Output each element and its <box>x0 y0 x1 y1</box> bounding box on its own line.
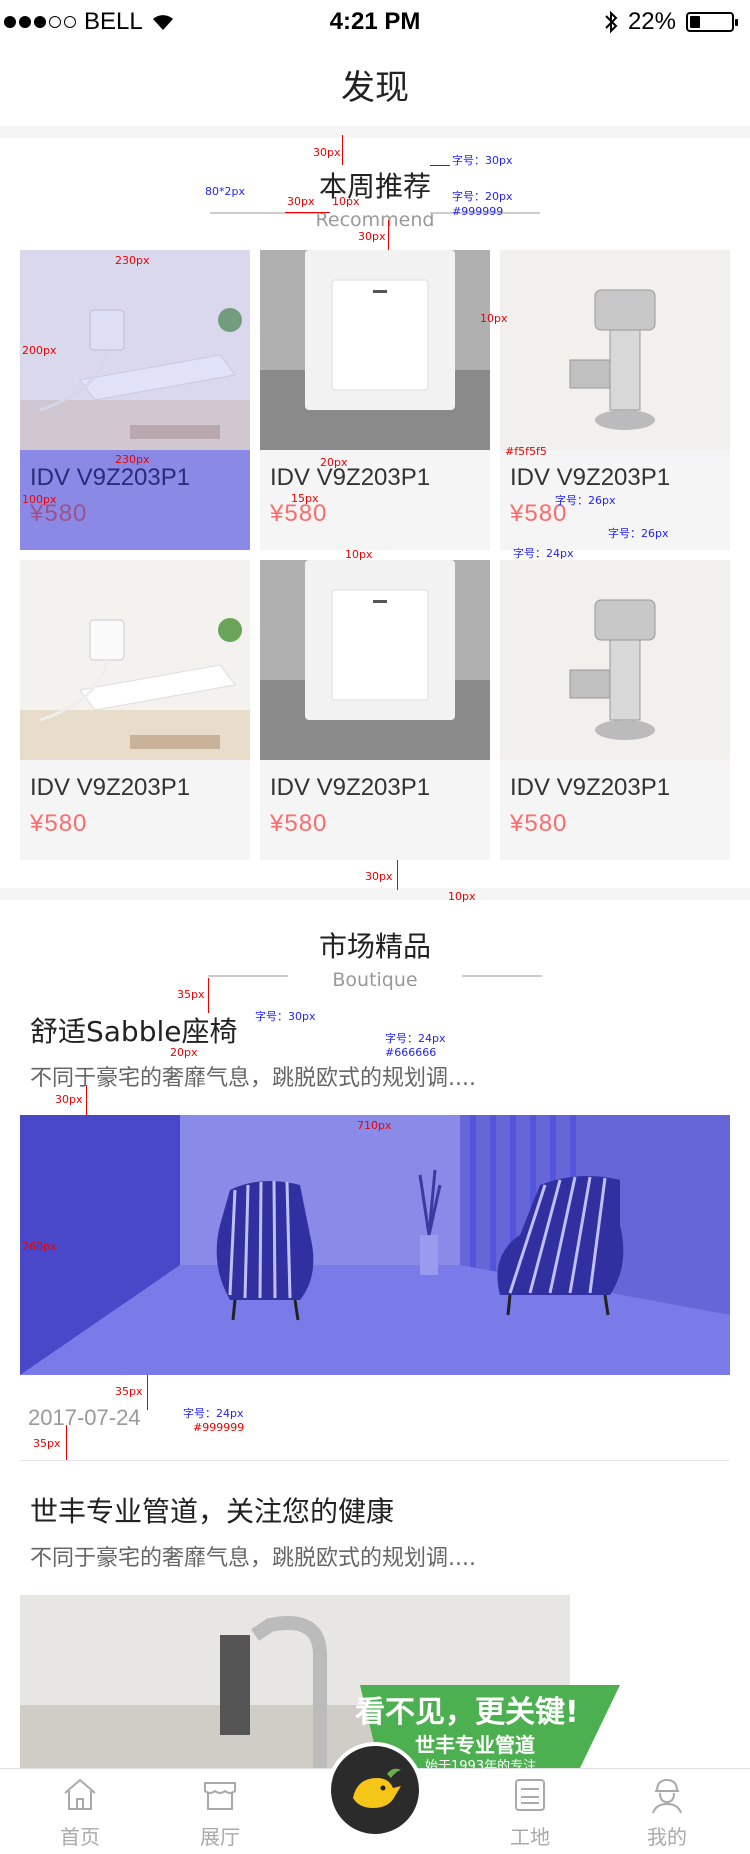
spec-label: 30px <box>287 195 315 208</box>
spec-label: 15px <box>291 492 319 505</box>
banner-subline: 世丰专业管道 <box>415 1733 535 1757</box>
product-image <box>260 560 490 760</box>
site-icon <box>515 1779 545 1811</box>
article-title[interactable]: 世丰专业管道，关注您的健康 <box>30 1490 394 1530</box>
tab-site[interactable]: 工地 <box>480 1769 580 1854</box>
spec-label: #999999 <box>193 1421 245 1434</box>
spec-label: 230px <box>115 453 150 466</box>
article-description: 不同于豪宅的奢靡气息，跳脱欧式的规划调.... <box>30 1546 476 1571</box>
spec-label: 字号：30px <box>255 1010 316 1023</box>
product-card[interactable]: IDV V9Z203P1 ¥580 <box>20 560 250 860</box>
tab-home[interactable]: 首页 <box>30 1769 130 1854</box>
article-description: 不同于豪宅的奢靡气息，跳脱欧式的规划调.... <box>30 1066 476 1091</box>
spec-label: 35px <box>115 1385 143 1398</box>
banner-headline: 看不见，更关键! <box>355 1695 579 1730</box>
product-image <box>260 250 490 450</box>
bird-logo-icon <box>353 1768 401 1808</box>
article-title[interactable]: 舒适Sabble座椅 <box>30 1010 238 1050</box>
product-image <box>500 560 730 760</box>
home-icon <box>64 1778 96 1810</box>
weekly-header: 本周推荐 Recommend <box>0 165 750 231</box>
article-date: 2017-07-24 <box>28 1405 141 1430</box>
spec-label: 30px <box>358 230 386 243</box>
product-price: ¥580 <box>30 810 88 837</box>
product-image <box>500 250 730 450</box>
boutique-title: 市场精品 <box>318 930 431 963</box>
tab-label: 首页 <box>60 1825 100 1849</box>
profile-icon <box>652 1778 682 1814</box>
spec-label: 200px <box>22 344 57 357</box>
product-grid: IDV V9Z203P1 ¥580 IDV V9Z203P1 ¥580 IDV V9Z2… <box>20 250 730 860</box>
spec-label: 10px <box>332 195 360 208</box>
section-separator <box>0 126 750 138</box>
boutique-header: 市场精品 Boutique <box>0 925 750 991</box>
spec-label: 20px <box>320 456 348 469</box>
bluetooth-icon <box>605 10 618 34</box>
spec-label: 字号：30px <box>452 154 513 167</box>
tab-label: 我的 <box>647 1825 687 1849</box>
spec-label: 30px <box>365 870 393 883</box>
tab-label: 工地 <box>510 1825 550 1849</box>
center-logo-button[interactable] <box>327 1742 423 1838</box>
tab-label: 展厅 <box>200 1825 240 1849</box>
product-image <box>20 560 250 760</box>
battery-percent: 22% <box>627 8 676 35</box>
banner-caption: 始于1993年的专注 <box>425 1759 537 1768</box>
article-banner-chairs[interactable] <box>20 1115 730 1375</box>
chairs-image <box>20 1115 730 1375</box>
spec-label: 字号：26px <box>608 527 669 540</box>
spec-label: 710px <box>357 1119 392 1132</box>
product-price: ¥580 <box>270 810 328 837</box>
spec-label: 字号：26px <box>555 494 616 507</box>
store-icon <box>204 1782 236 1810</box>
tab-profile[interactable]: 我的 <box>617 1769 717 1854</box>
product-name: IDV V9Z203P1 <box>510 464 671 491</box>
spec-label: 20px <box>170 1046 198 1059</box>
product-name: IDV V9Z203P1 <box>270 464 431 491</box>
product-price: ¥580 <box>510 810 568 837</box>
page-title: 发现 <box>341 68 409 108</box>
status-bar: BELL 4:21 PM 22% <box>0 0 750 40</box>
product-name: IDV V9Z203P1 <box>270 774 431 801</box>
product-card[interactable]: IDV V9Z203P1 ¥580 <box>500 560 730 860</box>
spec-label: #f5f5f5 <box>505 445 547 458</box>
spec-label: 80*2px <box>205 185 245 198</box>
header-divider-left <box>208 975 288 977</box>
tab-showroom[interactable]: 展厅 <box>170 1769 270 1854</box>
header-divider-right <box>462 975 542 977</box>
product-name: IDV V9Z203P1 <box>30 774 191 801</box>
spec-label: 字号：24px <box>385 1032 446 1045</box>
spec-label: 10px <box>345 548 373 561</box>
article-divider <box>20 1460 730 1461</box>
product-name: IDV V9Z203P1 <box>30 464 191 491</box>
weekly-subtitle: Recommend <box>315 209 435 231</box>
spec-label: 字号：20px <box>452 190 513 203</box>
product-name: IDV V9Z203P1 <box>510 774 671 801</box>
spec-label: 字号：24px <box>513 547 574 560</box>
spec-label: 10px <box>480 312 508 325</box>
spec-label: 35px <box>33 1437 61 1450</box>
product-card[interactable]: IDV V9Z203P1 ¥580 <box>260 250 490 550</box>
product-card[interactable]: IDV V9Z203P1 ¥580 <box>260 560 490 860</box>
battery-icon <box>686 12 738 32</box>
spec-label: 230px <box>115 254 150 267</box>
spec-label: 260px <box>22 1240 57 1253</box>
spec-label: 10px <box>448 890 476 903</box>
spec-label: 35px <box>177 988 205 1001</box>
spec-label: #999999 <box>452 205 504 218</box>
spec-label: 字号：24px <box>183 1407 244 1420</box>
weekly-title: 本周推荐 <box>318 170 431 203</box>
spec-label: 30px <box>55 1093 83 1106</box>
section-separator <box>0 888 750 900</box>
spec-label: 100px <box>22 493 57 506</box>
spec-label: 30px <box>313 146 341 159</box>
boutique-subtitle: Boutique <box>332 969 418 991</box>
spec-label: #666666 <box>385 1046 437 1059</box>
